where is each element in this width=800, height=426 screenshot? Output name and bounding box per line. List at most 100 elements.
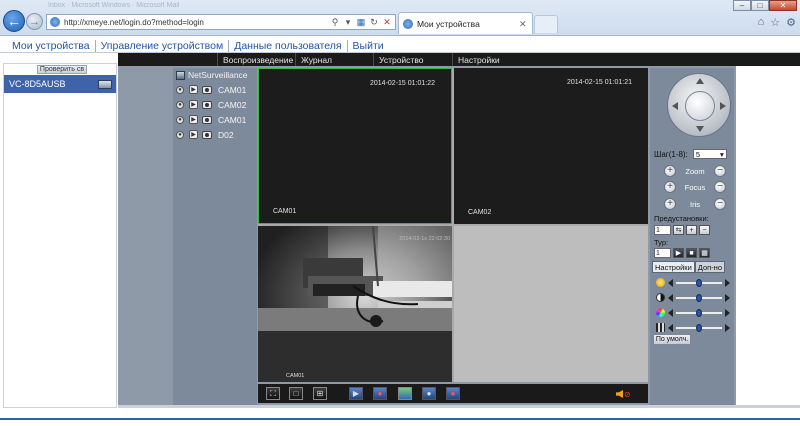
- tour-grid-icon[interactable]: ▦: [699, 248, 710, 258]
- play-icon[interactable]: ▶: [189, 115, 198, 124]
- new-tab-button[interactable]: [534, 15, 558, 33]
- tab-image-extra[interactable]: Доп-но: [694, 261, 725, 273]
- ptz-joystick[interactable]: [667, 73, 731, 137]
- device-item[interactable]: VC-8D5AUSB: [4, 75, 116, 93]
- tab-device[interactable]: Устройство: [374, 53, 453, 66]
- slider-knob[interactable]: [696, 323, 702, 332]
- slider-decrease-icon[interactable]: [668, 308, 673, 317]
- step-select[interactable]: 5 ▾: [692, 149, 727, 159]
- address-bar[interactable]: http://xmeye.net/login.do?method=login ⚲…: [46, 14, 396, 30]
- zoom-in-icon[interactable]: +: [664, 165, 676, 177]
- play-icon[interactable]: ▶: [189, 100, 198, 109]
- menu-user-data[interactable]: Данные пользователя: [234, 40, 341, 52]
- record-icon[interactable]: ●: [176, 100, 184, 109]
- slider-knob[interactable]: [696, 278, 702, 287]
- slider-increase-icon[interactable]: [725, 278, 730, 287]
- tab-image-settings[interactable]: Настройки: [652, 261, 695, 273]
- slider-decrease-icon[interactable]: [668, 293, 673, 302]
- arrow-up-icon[interactable]: [696, 78, 704, 84]
- tour-input[interactable]: 1: [654, 248, 671, 258]
- slider-track[interactable]: [676, 293, 722, 302]
- slider-increase-icon[interactable]: [725, 293, 730, 302]
- slider-track[interactable]: [676, 323, 722, 332]
- arrow-right-icon[interactable]: [720, 102, 726, 110]
- preset-add-icon[interactable]: +: [686, 225, 697, 235]
- device-list-panel: Проверить св VC-8D5AUSB: [3, 63, 117, 408]
- slider-increase-icon[interactable]: [725, 323, 730, 332]
- focus-out-icon[interactable]: −: [714, 181, 726, 193]
- open-all-video-icon[interactable]: ▶: [349, 387, 363, 400]
- video-tile-2[interactable]: 2014-02-15 01:01:21 CAM02: [454, 68, 648, 224]
- iris-close-icon[interactable]: −: [714, 198, 726, 210]
- record-stop-icon[interactable]: ●: [446, 387, 460, 400]
- layout-quad-icon[interactable]: ⊞: [313, 387, 327, 400]
- back-icon[interactable]: ←: [3, 10, 25, 32]
- record-icon[interactable]: ●: [176, 130, 184, 139]
- video-tile-3[interactable]: 2014-02-1s 22:62:30 CAM01: [258, 226, 452, 382]
- arrow-down-icon[interactable]: [696, 126, 704, 132]
- slider-decrease-icon[interactable]: [668, 323, 673, 332]
- favorites-star-icon[interactable]: ☆: [770, 16, 780, 29]
- home-icon[interactable]: ⌂: [758, 16, 765, 29]
- preset-remove-icon[interactable]: −: [699, 225, 710, 235]
- settings-gear-icon[interactable]: ⚙: [786, 16, 796, 29]
- saturation-slider[interactable]: [656, 308, 730, 317]
- tab-playback[interactable]: Воспроизведение: [218, 53, 296, 66]
- tab-close-icon[interactable]: ✕: [519, 19, 529, 29]
- stop-icon[interactable]: ✕: [382, 17, 392, 27]
- slider-knob[interactable]: [696, 308, 702, 317]
- record-icon[interactable]: ●: [176, 85, 184, 94]
- tab-settings[interactable]: Настройки: [453, 53, 653, 66]
- address-url[interactable]: http://xmeye.net/login.do?method=login: [64, 18, 330, 27]
- video-tile-1[interactable]: 2014-02-15 01:01:22 CAM01: [258, 68, 452, 224]
- contrast-slider[interactable]: [656, 293, 730, 302]
- slider-track[interactable]: [676, 278, 722, 287]
- arrow-left-icon[interactable]: [672, 102, 678, 110]
- tour-stop-icon[interactable]: ■: [686, 248, 697, 258]
- default-button[interactable]: По умолч.: [653, 334, 691, 345]
- forward-icon[interactable]: →: [26, 13, 43, 30]
- iris-open-icon[interactable]: +: [664, 198, 676, 210]
- slider-track[interactable]: [676, 308, 722, 317]
- play-icon[interactable]: ▶: [189, 85, 198, 94]
- joystick-center[interactable]: [685, 91, 715, 121]
- close-window-icon[interactable]: ✕: [769, 0, 797, 11]
- fullscreen-icon[interactable]: ⛶: [266, 387, 280, 400]
- menu-device-management[interactable]: Управление устройством: [101, 40, 224, 52]
- dropdown-icon[interactable]: ▾: [343, 17, 353, 27]
- slider-increase-icon[interactable]: [725, 308, 730, 317]
- channel-row[interactable]: ● ▶ D02: [173, 127, 257, 142]
- slider-decrease-icon[interactable]: [668, 278, 673, 287]
- preset-input[interactable]: 1: [654, 225, 671, 235]
- menu-logout[interactable]: Выйти: [353, 40, 384, 52]
- compat-view-icon[interactable]: ▦: [356, 17, 366, 27]
- refresh-icon[interactable]: ↻: [369, 17, 379, 27]
- channel-row[interactable]: ● ▶ CAM01: [173, 112, 257, 127]
- slider-knob[interactable]: [696, 293, 702, 302]
- channel-label: CAM02: [218, 99, 247, 110]
- channel-row[interactable]: ● ▶ CAM02: [173, 97, 257, 112]
- maximize-icon[interactable]: □: [751, 0, 769, 11]
- layout-single-icon[interactable]: □: [289, 387, 303, 400]
- record-start-icon[interactable]: ●: [422, 387, 436, 400]
- record-icon[interactable]: ●: [176, 115, 184, 124]
- brightness-slider[interactable]: [656, 278, 730, 287]
- tree-root[interactable]: NetSurveillance: [173, 68, 257, 82]
- focus-in-icon[interactable]: +: [664, 181, 676, 193]
- close-all-video-icon[interactable]: ●: [373, 387, 387, 400]
- minimize-icon[interactable]: –: [733, 0, 751, 11]
- tour-play-icon[interactable]: ▶: [673, 248, 684, 258]
- play-icon[interactable]: ▶: [189, 130, 198, 139]
- tab-log[interactable]: Журнал: [296, 53, 374, 66]
- preset-goto-icon[interactable]: ⇆: [673, 225, 684, 235]
- channel-row[interactable]: ● ▶ CAM01: [173, 82, 257, 97]
- check-button[interactable]: Проверить св: [37, 65, 87, 74]
- hue-slider[interactable]: [656, 323, 730, 332]
- video-tile-4[interactable]: [454, 226, 648, 382]
- menu-my-devices[interactable]: Мои устройства: [12, 40, 90, 52]
- volume-control[interactable]: ⊘: [616, 389, 634, 399]
- search-icon[interactable]: ⚲: [330, 17, 340, 27]
- snapshot-icon[interactable]: [398, 387, 412, 400]
- zoom-out-icon[interactable]: −: [713, 165, 726, 177]
- browser-tab[interactable]: Мои устройства ✕: [398, 12, 533, 34]
